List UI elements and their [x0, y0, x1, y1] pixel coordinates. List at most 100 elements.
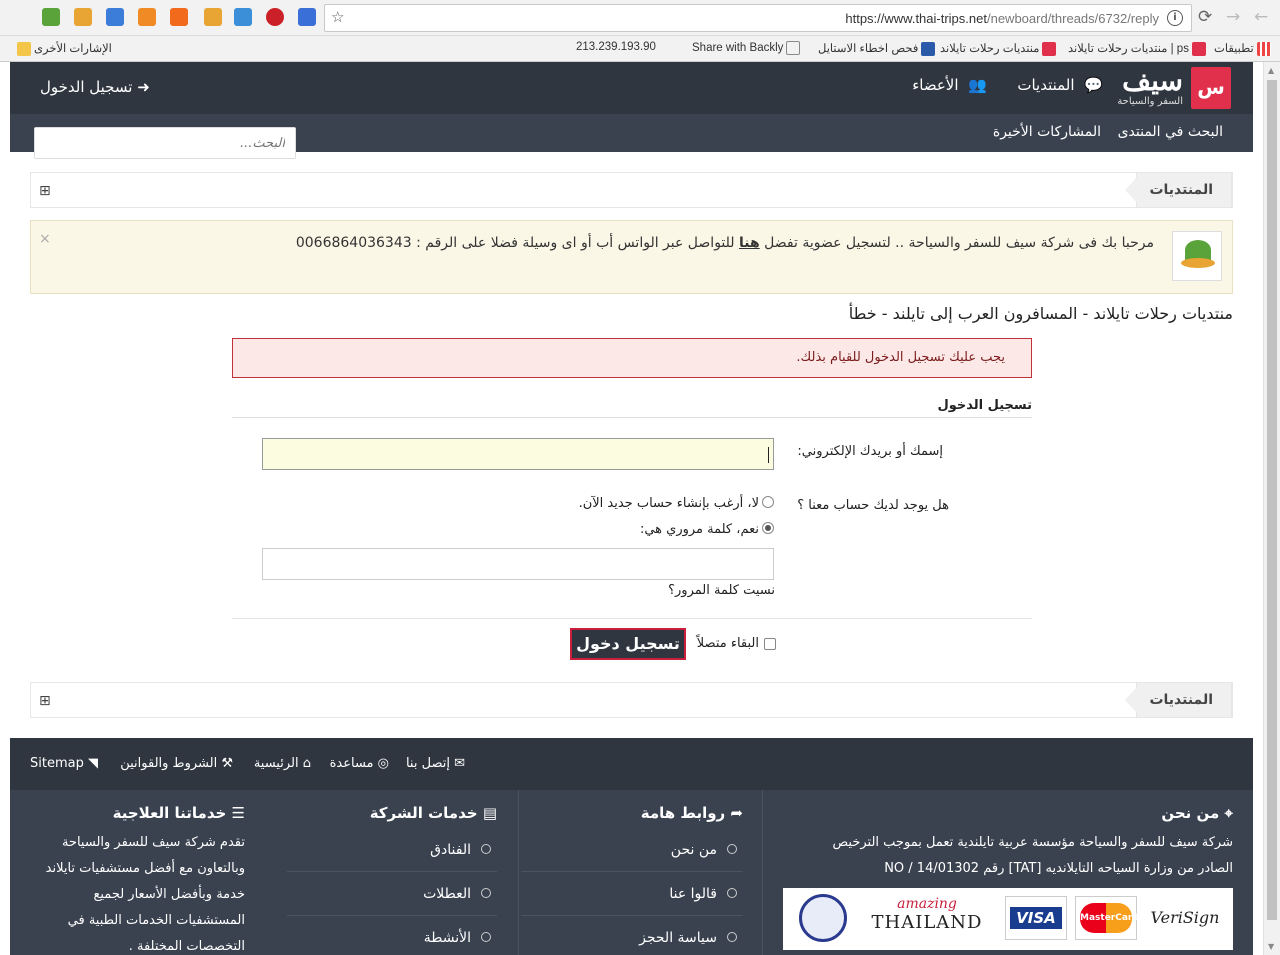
footer-link-item[interactable]: سياسة الحجز: [521, 916, 743, 955]
extension-icon[interactable]: [204, 8, 222, 26]
recent-posts-link[interactable]: المشاركات الأخيرة: [993, 124, 1101, 140]
medical-line: خدمة وبأفضل الأسعار لجميع: [93, 887, 245, 902]
services-title-label: خدمات الشركة: [369, 804, 478, 822]
footer-link-item[interactable]: من نحن: [521, 828, 743, 872]
header-login-label: تسجيل الدخول: [40, 78, 133, 96]
notice-logo-icon: [1172, 231, 1222, 281]
notice-text-before: مرحبا بك فى شركة سيف للسفر والسياحة .. ل…: [764, 235, 1154, 251]
amazing-thailand-badge: amazing THAILAND: [857, 896, 997, 940]
apps-bookmark[interactable]: تطبيقات: [1214, 41, 1274, 56]
site-info-icon[interactable]: i: [1167, 10, 1183, 26]
bookmark-label: منتديات رحلات تايلاند | ps: [1068, 43, 1189, 55]
radio-no-account[interactable]: [762, 496, 774, 508]
breadcrumb-bottom: المنتديات ⊞: [30, 682, 1233, 718]
footer-link-item[interactable]: قالوا عنا: [521, 872, 743, 916]
site-icon: [1191, 41, 1206, 56]
logo-text[interactable]: سيف: [1122, 64, 1183, 97]
stay-logged-in-checkbox[interactable]: [764, 638, 776, 650]
about-line: شركة سيف للسفر والسياحة مؤسسة عربية تايل…: [832, 835, 1233, 850]
footer-links-bar: إتصل بنا ✉ مساعدة ◎ الرئيسية ⌂ الشروط وا…: [10, 738, 1253, 790]
other-bookmarks-label: الإشارات الأخرى: [34, 43, 112, 55]
breadcrumb-forums[interactable]: المنتديات: [1125, 172, 1232, 208]
back-icon[interactable]: ←: [1254, 7, 1268, 27]
about-title-label: من نحن: [1161, 804, 1220, 822]
footer-contact-link[interactable]: إتصل بنا ✉: [406, 756, 465, 771]
option-yes-label[interactable]: نعم، كلمة مروري هي:: [640, 522, 759, 537]
bookmark-star-icon[interactable]: ☆: [331, 8, 344, 26]
username-label: إسمك أو بريدك الإلكتروني:: [797, 444, 943, 459]
extension-icon[interactable]: [42, 8, 60, 26]
login-submit-button[interactable]: تسجيل دخول: [570, 628, 686, 660]
search-forum-link[interactable]: البحث في المنتدى: [1118, 124, 1223, 140]
tat-seal-icon: [799, 894, 847, 942]
username-input[interactable]: [262, 438, 774, 470]
service-label: الأنشطة: [423, 930, 471, 946]
service-item[interactable]: العطلات: [287, 872, 497, 916]
bookmark-item[interactable]: Share with Backly: [692, 41, 803, 55]
pinterest-icon[interactable]: [266, 8, 284, 26]
header-login-link[interactable]: تسجيل الدخول ➜: [40, 78, 150, 96]
trust-badges: VeriSign MasterCard VISA amazing THAILAN…: [783, 888, 1233, 950]
scroll-up-icon[interactable]: ▲: [1268, 66, 1274, 75]
forgot-password-link[interactable]: نسيت كلمة المرور؟: [668, 583, 775, 598]
bookmarks-bar: الإشارات الأخرى 213.239.193.90 Share wit…: [0, 36, 1280, 62]
option-no-label[interactable]: لا، أرغب بإنشاء حساب جديد الآن.: [579, 496, 759, 511]
medical-line: وبالتعاون مع أفضل مستشفيات تايلاند: [45, 861, 245, 876]
footer-help-label: مساعدة: [329, 756, 374, 771]
archive-icon: ▤: [482, 804, 497, 822]
extension-icon[interactable]: [234, 8, 252, 26]
footer-terms-link[interactable]: الشروط والقوانين ⚒: [120, 756, 233, 771]
bookmark-item[interactable]: 213.239.193.90: [576, 41, 656, 53]
form-divider: [232, 618, 1032, 619]
medical-text: تقدم شركة سيف للسفر والسياحة وبالتعاون م…: [46, 830, 245, 955]
sitemap-icon[interactable]: ⊞: [39, 693, 51, 709]
close-icon[interactable]: ×: [39, 231, 51, 247]
search-input[interactable]: [35, 128, 295, 158]
footer-home-link[interactable]: الرئيسية ⌂: [254, 756, 311, 771]
circle-icon: [727, 888, 737, 898]
home-icon: ⌂: [302, 756, 311, 771]
rss-icon[interactable]: [138, 8, 156, 26]
circle-icon: [481, 932, 491, 942]
service-item[interactable]: الأنشطة: [287, 916, 497, 955]
notice-text-after: للتواصل عبر الواتس أب أو اى وسيلة فضلا ع…: [295, 235, 735, 251]
bookmark-item[interactable]: منتديات رحلات تايلاند: [940, 41, 1059, 56]
sitemap-icon[interactable]: ⊞: [39, 183, 51, 199]
extension-icon[interactable]: [74, 8, 92, 26]
reload-icon[interactable]: ⟳: [1198, 7, 1212, 27]
page-scrollbar[interactable]: ▲ ▼: [1263, 62, 1280, 955]
medical-line: تقدم شركة سيف للسفر والسياحة: [61, 835, 245, 850]
radio-has-account[interactable]: [762, 522, 774, 534]
password-input[interactable]: [262, 548, 774, 580]
stay-logged-in-label[interactable]: البقاء متصلاً: [697, 636, 759, 651]
login-section-header: تسجيل الدخول: [232, 396, 1032, 418]
footer-contact-label: إتصل بنا: [405, 756, 450, 771]
page: س سيف السفر والسياحة المنتديات 💬 الأعضاء…: [10, 62, 1253, 955]
bookmark-item[interactable]: منتديات رحلات تايلاند | ps: [1068, 41, 1209, 56]
nav-members[interactable]: الأعضاء 👥: [912, 76, 987, 94]
mastercard-badge: MasterCard: [1075, 896, 1139, 940]
forward-icon[interactable]: →: [1226, 7, 1240, 27]
breadcrumb-forums-bottom[interactable]: المنتديات: [1125, 682, 1232, 718]
service-item[interactable]: الفنادق: [287, 828, 497, 872]
footer-help-link[interactable]: مساعدة ◎: [330, 756, 389, 771]
search-box: [34, 127, 296, 159]
bookmark-item[interactable]: فحص اخطاء الاستايل: [818, 41, 938, 56]
nav-forums[interactable]: المنتديات 💬: [1017, 76, 1103, 94]
apps-grid-icon: [1256, 41, 1271, 56]
welcome-notice: مرحبا بك فى شركة سيف للسفر والسياحة .. ل…: [30, 220, 1233, 294]
footer-sitemap-label: Sitemap: [30, 756, 84, 771]
extension-icon[interactable]: [106, 8, 124, 26]
notice-register-link[interactable]: هنا: [739, 235, 760, 251]
other-bookmarks[interactable]: الإشارات الأخرى: [14, 41, 112, 56]
notice-text: مرحبا بك فى شركة سيف للسفر والسياحة .. ل…: [296, 235, 1154, 251]
extension-icon[interactable]: [170, 8, 188, 26]
scroll-thumb[interactable]: [1267, 80, 1277, 920]
logo-subtitle: السفر والسياحة: [1117, 96, 1183, 107]
logo-icon[interactable]: س: [1191, 67, 1231, 109]
login-section-title: تسجيل الدخول: [937, 398, 1032, 413]
address-bar[interactable]: ☆ https://www.thai-trips.net/newboard/th…: [324, 4, 1192, 32]
extension-icon[interactable]: [298, 8, 316, 26]
footer-sitemap-link[interactable]: Sitemap ◥: [30, 756, 98, 771]
scroll-down-icon[interactable]: ▼: [1268, 942, 1274, 951]
